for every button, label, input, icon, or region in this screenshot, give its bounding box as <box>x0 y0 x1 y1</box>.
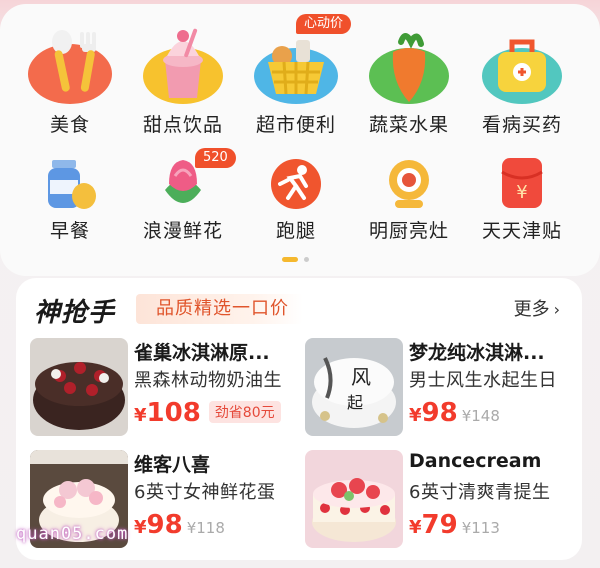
category-flowers[interactable]: 520 浪漫鲜花 <box>127 148 239 243</box>
product-desc: 黑森林动物奶油生 <box>134 370 282 391</box>
ice-cream-cup-icon <box>135 22 231 106</box>
more-label: 更多 <box>513 299 550 320</box>
product-card[interactable]: Dancecream 6英寸清爽青提生 ¥79 ¥113 <box>305 450 577 550</box>
red-packet-icon: ¥ <box>492 154 552 212</box>
product-price: ¥98 ¥148 <box>409 398 500 428</box>
category-label: 浪漫鲜花 <box>142 220 223 242</box>
brand-title: 神抢手 <box>34 298 116 328</box>
product-desc: 男士风生水起生日 <box>409 370 557 391</box>
category-vegetables[interactable]: 蔬菜水果 <box>353 22 465 137</box>
price-value: 98 <box>421 398 458 428</box>
more-link[interactable]: 更多 › <box>514 295 560 321</box>
currency-symbol: ¥ <box>134 405 147 426</box>
chevron-right-icon: › <box>553 300 560 319</box>
category-food[interactable]: 美食 <box>14 22 126 137</box>
category-label: 美食 <box>49 114 90 136</box>
category-label: 天天津贴 <box>481 220 562 242</box>
category-label: 明厨亮灶 <box>368 220 449 242</box>
page-indicator <box>282 249 309 268</box>
category-label: 甜点饮品 <box>142 114 223 136</box>
carrot-icon <box>361 22 457 106</box>
flash-deal-card: 神抢手 品质精选一口价 更多 › 雀巢冰淇淋原... 黑森林动物奶油生 ¥108 劲… <box>16 278 582 560</box>
original-price: ¥118 <box>186 519 225 537</box>
slogan-tag: 品质精选一口价 <box>136 294 303 324</box>
calligraphy-cake-image: 风 起 <box>305 338 403 436</box>
category-kitchen[interactable]: 明厨亮灶 <box>353 154 465 243</box>
product-desc: 6英寸女神鲜花蛋 <box>134 482 276 503</box>
product-desc: 6英寸清爽青提生 <box>409 482 551 503</box>
category-medicine[interactable]: 看病买药 <box>466 22 578 137</box>
event-520-badge: 520 <box>195 148 236 168</box>
price-value: 98 <box>146 510 183 540</box>
original-price: ¥148 <box>461 407 500 425</box>
medicine-box-icon <box>474 22 570 106</box>
product-price: ¥108 劲省80元 <box>134 398 281 428</box>
original-price: ¥113 <box>461 519 500 537</box>
product-price: ¥79 ¥113 <box>409 510 500 540</box>
category-label: 超市便利 <box>255 114 336 136</box>
currency-symbol: ¥ <box>409 405 422 426</box>
shopping-basket-icon <box>248 22 344 106</box>
product-card[interactable]: 风 起 梦龙纯冰淇淋... 男士风生水起生日 ¥98 ¥148 <box>305 338 577 438</box>
category-label: 看病买药 <box>481 114 562 136</box>
currency-symbol: ¥ <box>409 517 422 538</box>
category-label: 跑腿 <box>275 220 316 242</box>
svg-text:起: 起 <box>347 393 363 412</box>
black-forest-cake-image <box>30 338 128 436</box>
currency-symbol: ¥ <box>134 517 147 538</box>
product-name: 雀巢冰淇淋原... <box>134 342 270 364</box>
category-errand[interactable]: 跑腿 <box>240 154 352 243</box>
category-label: 早餐 <box>49 220 90 242</box>
category-supermarket[interactable]: 心动价 超市便利 <box>240 14 352 137</box>
product-price: ¥98 ¥118 <box>134 510 225 540</box>
hot-price-badge: 心动价 <box>296 14 352 34</box>
chef-camera-icon <box>379 154 439 212</box>
svg-text:风: 风 <box>351 365 371 389</box>
product-name: 梦龙纯冰淇淋... <box>409 342 545 364</box>
price-value: 108 <box>146 398 201 428</box>
product-name: Dancecream <box>409 450 542 472</box>
site-watermark: quan05.com <box>16 524 129 544</box>
price-value: 79 <box>421 510 458 540</box>
page-indicator-active <box>282 257 298 262</box>
runner-icon <box>266 154 326 212</box>
savings-tag: 劲省80元 <box>208 401 281 423</box>
utensils-icon <box>22 22 118 106</box>
category-breakfast[interactable]: 早餐 <box>14 154 126 243</box>
category-subsidy[interactable]: ¥ 天天津贴 <box>466 154 578 243</box>
product-name: 维客八喜 <box>134 454 211 476</box>
milk-bottle-egg-icon <box>40 154 100 212</box>
svg-text:¥: ¥ <box>516 182 527 203</box>
product-card[interactable]: 雀巢冰淇淋原... 黑森林动物奶油生 ¥108 劲省80元 <box>30 338 302 438</box>
category-desserts[interactable]: 甜点饮品 <box>127 22 239 137</box>
strawberry-cake-image <box>305 450 403 548</box>
page-indicator-dot <box>304 257 309 262</box>
category-label: 蔬菜水果 <box>368 114 449 136</box>
